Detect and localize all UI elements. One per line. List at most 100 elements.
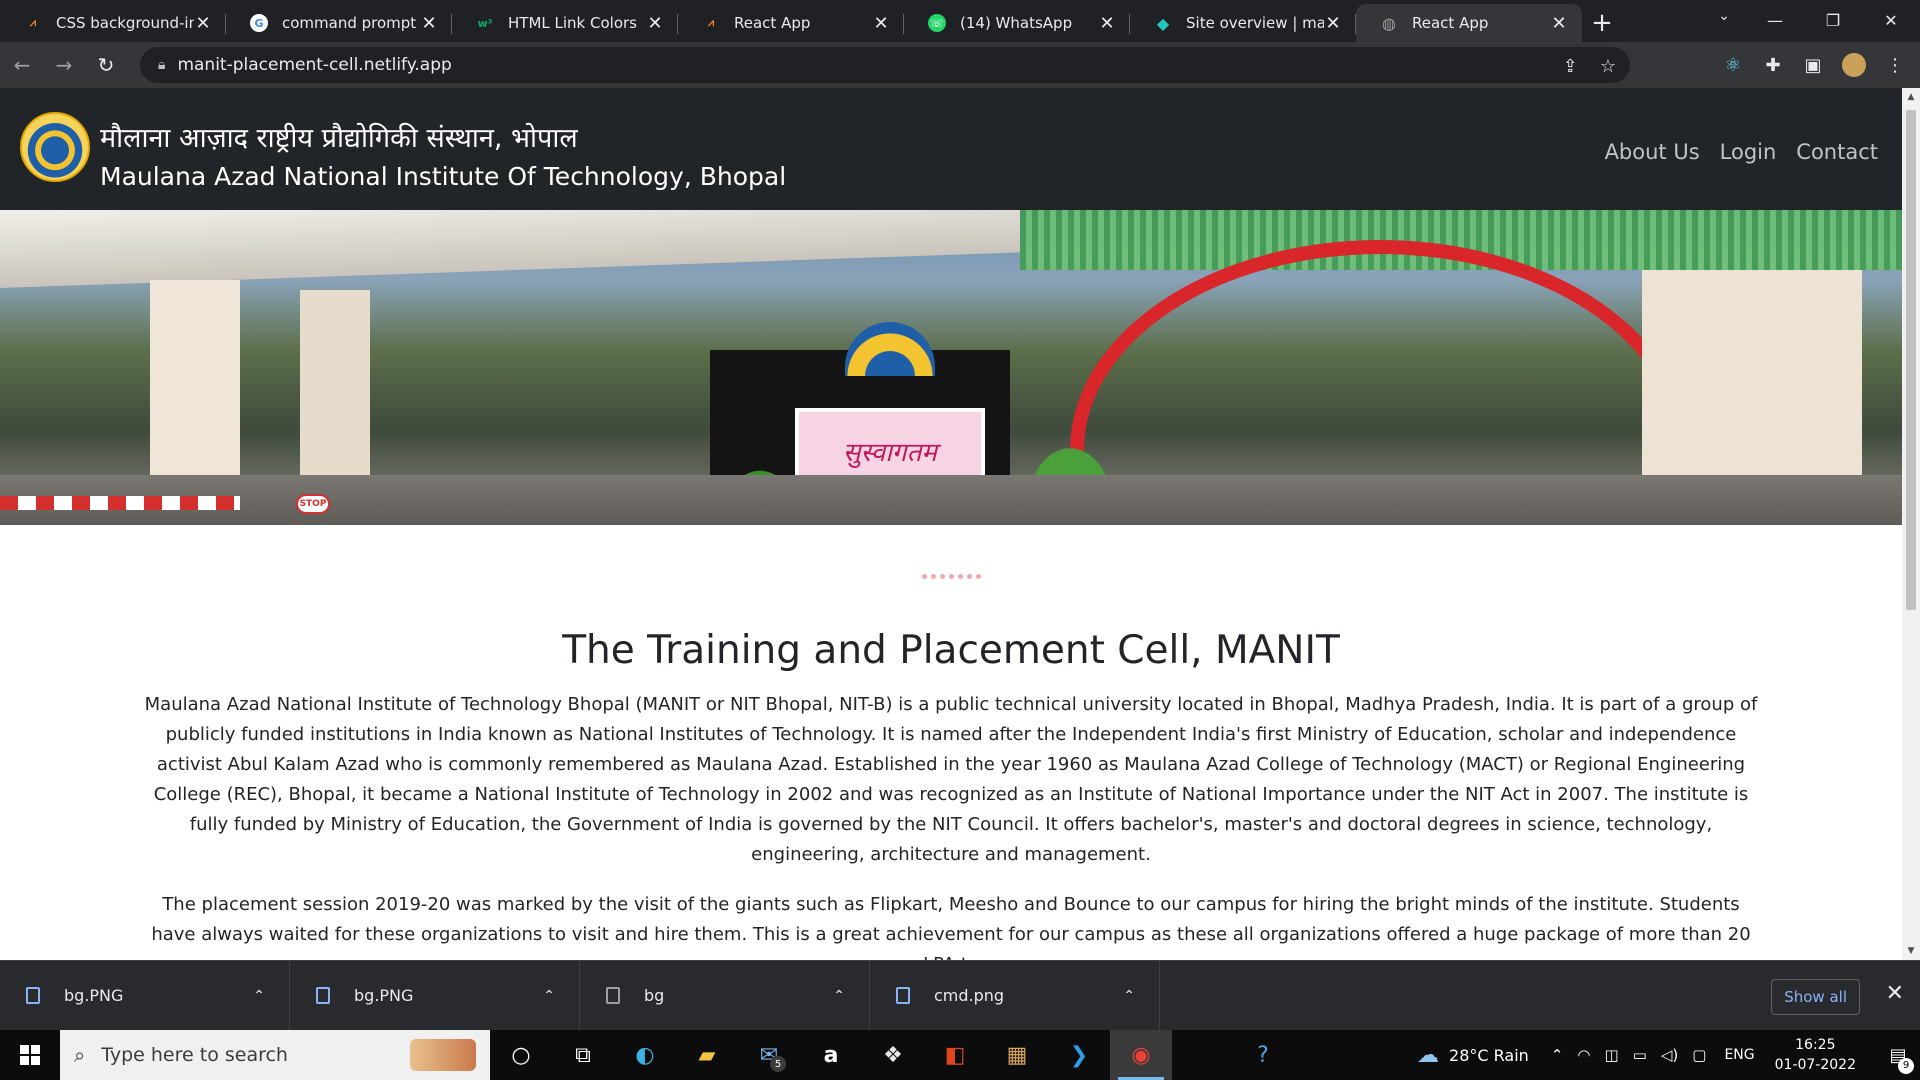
scroll-up-icon[interactable]: ▲ [1902,92,1920,102]
extensions-puzzle-icon[interactable]: ✚ [1762,55,1784,76]
task-view-icon[interactable]: ⧉ [552,1030,614,1080]
download-item[interactable]: bg.PNG ⌃ [0,960,290,1031]
dropbox-icon[interactable]: ❖ [862,1030,924,1080]
browser-tab-active[interactable]: ◍ React App ✕ [1356,4,1582,42]
lock-icon[interactable]: 🔒︎ [158,57,165,73]
react-devtools-icon[interactable]: ⚛ [1722,55,1744,76]
tab-title: HTML Link Colors [508,14,637,32]
volume-icon[interactable]: ◁) [1661,1046,1678,1064]
taskbar-search[interactable]: ⌕ Type here to search [60,1030,490,1080]
browser-tab[interactable]: ⩘ React App ✕ [678,4,904,42]
page-scrollbar[interactable]: ▲ ▼ [1902,88,1920,960]
carousel-dot[interactable] [975,574,981,579]
close-shelf-icon[interactable]: ✕ [1886,981,1904,1006]
browser-tab[interactable]: G command prompt im ✕ [226,4,452,42]
forward-icon[interactable]: → [44,45,84,85]
new-tab-button[interactable]: + [1582,4,1622,42]
scrollbar-thumb[interactable] [1906,110,1916,610]
chevron-up-icon[interactable]: ⌃ [1123,988,1135,1004]
close-icon[interactable]: ✕ [1550,13,1568,34]
office-icon[interactable]: ◧ [924,1030,986,1080]
hero-canopy [0,210,1020,288]
chevron-up-icon[interactable]: ⌃ [253,988,265,1004]
browser-tab[interactable]: ☏ (14) WhatsApp ✕ [904,4,1130,42]
nav-login[interactable]: Login [1720,140,1777,164]
address-bar[interactable]: 🔒︎ manit-placement-cell.netlify.app ⇪ ☆ [140,47,1630,83]
browser-toolbar: ← → ↻ 🔒︎ manit-placement-cell.netlify.ap… [0,42,1920,88]
mail-icon[interactable]: ✉ 5 [738,1030,800,1080]
browser-tab[interactable]: w³ HTML Link Colors ✕ [452,4,678,42]
input-language[interactable]: ENG [1724,1047,1754,1063]
chevron-up-icon[interactable]: ⌃ [1551,1046,1564,1064]
close-icon[interactable]: ✕ [420,13,438,34]
chevron-up-icon[interactable]: ⌃ [543,988,555,1004]
download-item[interactable]: bg ⌃ [580,960,870,1031]
download-filename: bg [644,986,665,1005]
share-icon[interactable]: ⇪ [1563,56,1578,77]
netlify-icon: ◆ [1156,13,1170,33]
download-filename: cmd.png [934,986,1005,1005]
url-text[interactable]: manit-placement-cell.netlify.app [177,55,451,75]
carousel-dot[interactable] [957,574,963,579]
download-filename: bg.PNG [64,986,124,1005]
close-icon[interactable]: ✕ [872,13,890,34]
scroll-down-icon[interactable]: ▼ [1902,946,1920,956]
display-icon[interactable]: ▢ [1692,1046,1706,1064]
brand-english[interactable]: Maulana Azad National Institute Of Techn… [100,162,786,191]
browser-tab[interactable]: ◆ Site overview | manit ✕ [1130,4,1356,42]
extension-icons: ⚛ ✚ ▣ ⋮ [1722,42,1920,88]
notification-center-icon[interactable]: ▤ 9 [1876,1045,1920,1074]
placement-paragraph: The placement session 2019-20 was marked… [151,894,1751,960]
side-panel-icon[interactable]: ▣ [1802,55,1824,76]
carousel-dot[interactable] [966,574,972,579]
help-icon[interactable]: ? [1232,1030,1294,1080]
download-item[interactable]: cmd.png ⌃ [870,960,1160,1031]
tab-search-icon[interactable]: ⌄ [1718,8,1730,24]
back-icon[interactable]: ← [2,45,42,85]
carousel-dot[interactable] [921,574,927,579]
close-icon[interactable]: ✕ [1324,13,1342,34]
carousel-dot[interactable] [930,574,936,579]
edge-icon[interactable]: ◐ [614,1030,676,1080]
browser-tab[interactable]: ⩘ CSS background-imag ✕ [0,4,226,42]
download-item[interactable]: bg.PNG ⌃ [290,960,580,1031]
cortana-icon[interactable]: ○ [490,1030,552,1080]
hero-barrier [0,496,240,510]
weather-widget[interactable]: ☁ 28°C Rain [1417,1043,1529,1068]
app-icon[interactable]: ▦ [986,1030,1048,1080]
restore-icon[interactable]: ❐ [1804,0,1862,40]
start-button[interactable] [0,1030,60,1080]
chevron-up-icon[interactable]: ⌃ [833,988,845,1004]
show-all-downloads-button[interactable]: Show all [1771,979,1860,1015]
taskbar-search-placeholder[interactable]: Type here to search [101,1044,288,1066]
page-title: The Training and Placement Cell, MANIT [562,628,1340,673]
carousel-dot[interactable] [948,574,954,579]
bookmark-star-icon[interactable]: ☆ [1600,56,1616,77]
brand-hindi[interactable]: मौलाना आज़ाद राष्ट्रीय प्रौद्योगिकी संस्… [100,118,578,155]
menu-kebab-icon[interactable]: ⋮ [1884,55,1906,76]
clock-date: 01-07-2022 [1774,1057,1856,1073]
minimize-icon[interactable]: — [1746,0,1804,40]
carousel-dot[interactable] [939,574,945,579]
nav-about-us[interactable]: About Us [1605,140,1700,164]
close-icon[interactable]: ✕ [1098,13,1116,34]
amazon-icon[interactable]: a [800,1030,862,1080]
vscode-icon[interactable]: ❯ [1048,1030,1110,1080]
file-icon [896,987,910,1004]
reload-icon[interactable]: ↻ [86,45,126,85]
taskbar-clock[interactable]: 16:25 01-07-2022 [1775,1035,1856,1075]
nav-contact[interactable]: Contact [1796,140,1878,164]
rain-cloud-icon: ☁ [1417,1042,1440,1068]
manit-logo[interactable] [20,112,90,182]
search-highlight-image[interactable] [410,1039,476,1071]
close-window-icon[interactable]: ✕ [1862,0,1920,40]
hero-road [0,475,1902,525]
battery-icon[interactable]: ▭ [1633,1046,1647,1064]
close-icon[interactable]: ✕ [646,13,664,34]
file-explorer-icon[interactable]: ▰ [676,1030,738,1080]
chrome-icon[interactable]: ◉ [1110,1030,1172,1080]
meet-icon[interactable]: ◫ [1605,1046,1619,1064]
close-icon[interactable]: ✕ [194,13,212,34]
profile-avatar[interactable] [1842,53,1866,77]
wifi-icon[interactable]: ◠ [1577,1046,1590,1064]
